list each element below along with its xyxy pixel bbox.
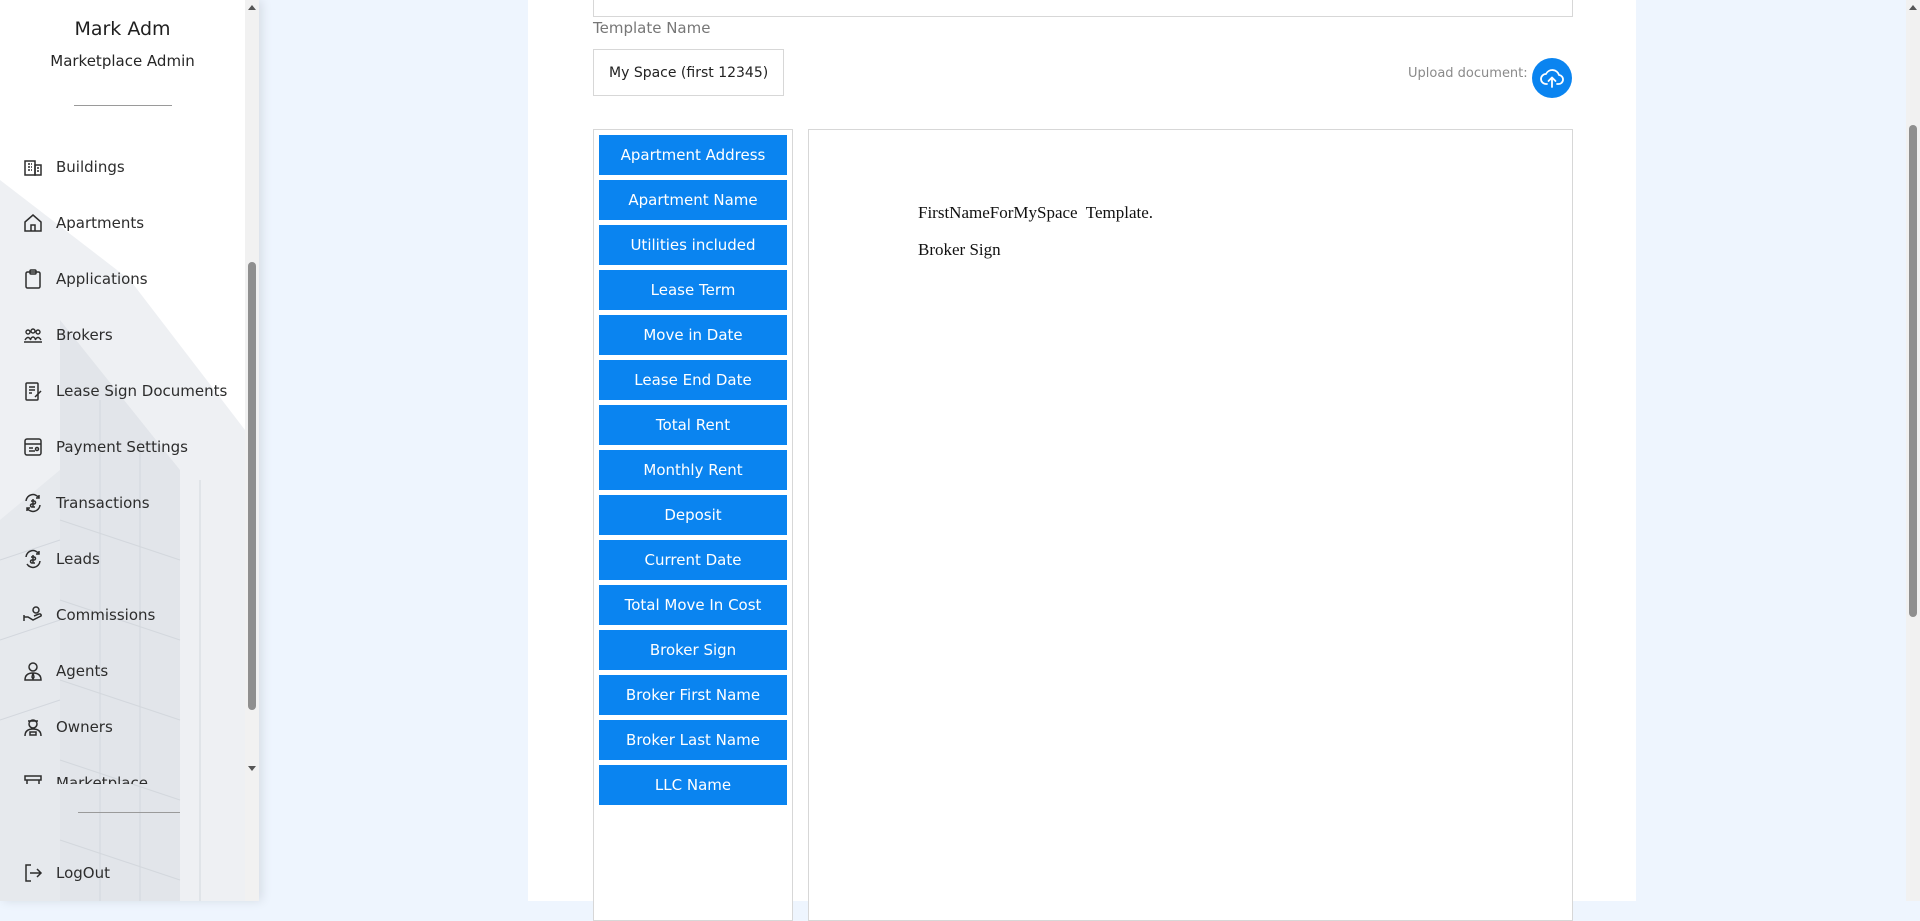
user-name: Mark Adm xyxy=(74,18,171,40)
sidebar-item-buildings[interactable]: Buildings xyxy=(22,150,125,184)
field-button-lease-term[interactable]: Lease Term xyxy=(599,270,787,310)
sidebar-item-label: Applications xyxy=(56,270,148,288)
brokers-icon xyxy=(22,324,44,346)
page-scrollbar[interactable] xyxy=(1906,0,1920,901)
sidebar-item-label: Lease Sign Documents xyxy=(56,382,228,400)
sidebar-item-label: Buildings xyxy=(56,158,125,176)
scroll-up-arrow-icon[interactable] xyxy=(1909,5,1917,10)
user-role: Marketplace Admin xyxy=(50,52,195,70)
field-button-lease-end-date[interactable]: Lease End Date xyxy=(599,360,787,400)
previous-field-box[interactable] xyxy=(593,0,1573,17)
logout-divider xyxy=(78,812,180,813)
sidebar-item-leads[interactable]: Leads xyxy=(22,542,100,576)
cloud-upload-icon xyxy=(1540,69,1564,88)
sidebar-item-owners[interactable]: Owners xyxy=(22,710,113,744)
sidebar-item-label: Brokers xyxy=(56,326,113,344)
sidebar-item-label: Payment Settings xyxy=(56,438,188,456)
document-line[interactable]: FirstNameForMySpace Template. xyxy=(918,203,1153,223)
sidebar-scroll-thumb[interactable] xyxy=(248,262,256,710)
upload-document-button[interactable] xyxy=(1532,58,1572,98)
buildings-icon xyxy=(22,156,44,178)
logout-button[interactable]: LogOut xyxy=(22,856,110,890)
marketplace-icon xyxy=(22,772,44,784)
scroll-down-arrow-icon[interactable] xyxy=(248,766,256,771)
field-button-utilities-included[interactable]: Utilities included xyxy=(599,225,787,265)
sidebar-item-agents[interactable]: Agents xyxy=(22,654,108,688)
template-name-label: Template Name xyxy=(593,19,711,37)
field-button-total-rent[interactable]: Total Rent xyxy=(599,405,787,445)
sidebar-item-marketplace[interactable]: Marketplace xyxy=(22,766,148,784)
template-fields-panel: Apartment Address Apartment Name Utiliti… xyxy=(593,129,793,921)
sidebar-item-transactions[interactable]: Transactions xyxy=(22,486,150,520)
sidebar: Mark Adm Marketplace Admin Buildings Apa… xyxy=(0,0,259,901)
sidebar-item-payment-settings[interactable]: Payment Settings xyxy=(22,430,188,464)
agent-icon xyxy=(22,660,44,682)
field-button-monthly-rent[interactable]: Monthly Rent xyxy=(599,450,787,490)
sidebar-item-label: Commissions xyxy=(56,606,156,624)
logout-label: LogOut xyxy=(56,864,110,882)
sidebar-item-label: Leads xyxy=(56,550,100,568)
document-sign-icon xyxy=(22,380,44,402)
sidebar-item-label: Apartments xyxy=(56,214,145,232)
sidebar-item-label: Marketplace xyxy=(56,774,148,784)
field-button-deposit[interactable]: Deposit xyxy=(599,495,787,535)
field-button-apartment-name[interactable]: Apartment Name xyxy=(599,180,787,220)
field-button-current-date[interactable]: Current Date xyxy=(599,540,787,580)
field-button-broker-first-name[interactable]: Broker First Name xyxy=(599,675,787,715)
sidebar-item-commissions[interactable]: Commissions xyxy=(22,598,155,632)
logout-icon xyxy=(22,862,44,884)
sidebar-item-lease-sign-documents[interactable]: Lease Sign Documents xyxy=(22,374,227,408)
clipboard-icon xyxy=(22,268,44,290)
owner-icon xyxy=(22,716,44,738)
sidebar-nav: Buildings Apartments Applications Broker… xyxy=(0,150,245,784)
payment-settings-icon xyxy=(22,436,44,458)
sidebar-item-brokers[interactable]: Brokers xyxy=(22,318,113,352)
document-line[interactable]: Broker Sign xyxy=(918,240,1001,260)
home-icon xyxy=(22,212,44,234)
sidebar-item-label: Transactions xyxy=(56,494,150,512)
sidebar-item-applications[interactable]: Applications xyxy=(22,262,148,296)
document-editor[interactable]: FirstNameForMySpace Template. Broker Sig… xyxy=(808,129,1573,921)
sidebar-scrollbar[interactable] xyxy=(245,0,259,901)
field-button-total-move-in-cost[interactable]: Total Move In Cost xyxy=(599,585,787,625)
field-button-llc-name[interactable]: LLC Name xyxy=(599,765,787,805)
leads-icon xyxy=(22,548,44,570)
template-name-input[interactable] xyxy=(593,49,784,96)
sidebar-item-apartments[interactable]: Apartments xyxy=(22,206,144,240)
page-scroll-thumb[interactable] xyxy=(1909,125,1917,617)
field-button-move-in-date[interactable]: Move in Date xyxy=(599,315,787,355)
field-button-broker-sign[interactable]: Broker Sign xyxy=(599,630,787,670)
sidebar-item-label: Agents xyxy=(56,662,109,680)
transactions-icon xyxy=(22,492,44,514)
field-button-broker-last-name[interactable]: Broker Last Name xyxy=(599,720,787,760)
scroll-up-arrow-icon[interactable] xyxy=(248,5,256,10)
upload-document-label: Upload document: xyxy=(1408,66,1528,81)
field-button-apartment-address[interactable]: Apartment Address xyxy=(599,135,787,175)
commissions-icon xyxy=(22,604,44,626)
sidebar-item-label: Owners xyxy=(56,718,113,736)
profile-divider xyxy=(74,105,172,106)
